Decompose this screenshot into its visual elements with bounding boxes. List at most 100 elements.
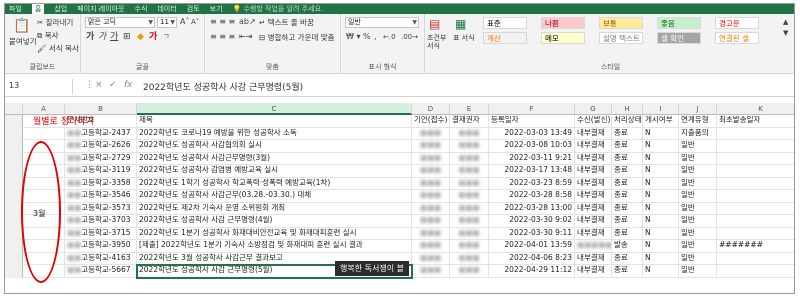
cell-e[interactable]: ■■■ [450,152,489,165]
cell-h[interactable]: 종료 [612,177,643,190]
align-left-icon[interactable]: ≡ ≡ ≡ [210,32,235,42]
cell-c[interactable]: [제출] 2022학년도 1분기 기숙사 소방점검 및 화재대피 훈련 실시 결… [137,240,412,253]
cell-j[interactable]: 일반 [679,265,717,278]
decrease-decimal-icon[interactable]: .00→ [401,32,418,42]
currency-icon[interactable]: ₩ ▾ [346,32,360,42]
cell-j[interactable]: 지출품의 [679,127,717,140]
cell-i[interactable]: N [643,265,679,278]
grow-font-icon[interactable]: A˄ [180,17,189,27]
cell-d[interactable]: ■■■ [412,265,450,278]
fill-color-icon[interactable]: ◆ [137,32,144,42]
cell-h[interactable]: 종료 [612,265,643,278]
cell-j[interactable]: 일반 [679,190,717,203]
ribbon-tab[interactable]: 페이지 레이아웃 [77,4,124,14]
row-header[interactable] [5,265,23,278]
cell-j[interactable]: 일반 [679,240,717,253]
cell-d[interactable]: ■■■ [412,177,450,190]
cell-c[interactable]: 2022학년도 성공학사 사감근무명령(3월) [137,152,412,165]
align-top-icon[interactable]: ≡ ≡ ≡ [210,17,235,27]
cell-f[interactable]: 2022-03-28 13:00 [489,202,575,215]
cell-g[interactable]: 내부결재 [575,215,612,228]
row-header[interactable] [5,165,23,178]
cell-f[interactable]: 2022-03-30 9:02 [489,215,575,228]
cell-e[interactable]: ■■■ [450,190,489,203]
cell-b[interactable]: ■■고등학교-3358 [65,177,137,190]
cell-k[interactable] [717,153,794,165]
column-header-d[interactable]: D [412,103,450,115]
cell-h[interactable]: 종료 [612,190,643,203]
gallery-up-icon[interactable]: ▲ [783,17,788,27]
shrink-font-icon[interactable]: A˅ [191,17,199,27]
conditional-format-icon[interactable]: ▤ [429,17,440,31]
conditional-format-button[interactable]: 조건부 서식 [427,34,451,50]
cell-i[interactable]: N [643,140,679,153]
cell-c[interactable]: 2022학년도 1학기 성공학사 학교폭력·성폭력 예방교육(1차) [137,177,412,190]
cell-k[interactable] [717,215,794,228]
cell-style-item[interactable]: 셀 확인 [657,32,701,44]
cell-c[interactable]: 2022학년도 1분기 성공학사 화재대비안전교육 및 화재대피훈련 실시 [137,227,412,240]
cell-i[interactable]: N [643,165,679,178]
cell-j[interactable]: 일반 [679,152,717,165]
cell-b[interactable]: ■■고등학교-3573 [65,202,137,215]
cell-i[interactable]: N [643,127,679,140]
cell-e[interactable]: ■■■ [450,177,489,190]
cell-h[interactable]: 종료 [612,215,643,228]
cell-i[interactable]: N [643,190,679,203]
cell-c[interactable]: 2022학년도 성공학사 사감 근무명령(4월) [137,215,412,228]
cell-b[interactable]: ■■고등학교-3950 [65,240,137,253]
cell-f[interactable]: 2022-03-17 13:48 [489,165,575,178]
cell-i[interactable]: N [643,152,679,165]
cell-k[interactable] [717,228,794,240]
header-cell-e[interactable]: 결재권자 [450,115,489,128]
cell-d[interactable]: ■■■ [412,252,450,265]
border-icon[interactable]: ⊞ [123,32,131,42]
font-name-combo[interactable]: 맑은 고딕 ▼ [85,17,155,28]
merge-center-button[interactable]: ⊟ 병합하고 가운데 맞춤 [259,32,335,43]
cell-style-item[interactable]: 표준 [483,17,527,29]
cell-g[interactable]: 내부결재 [575,227,612,240]
cell-k[interactable] [717,265,794,278]
paste-icon[interactable]: 📋 [13,18,30,34]
cell-k[interactable] [717,178,794,190]
cell-g[interactable]: 내부결재 [575,165,612,178]
cell-e[interactable]: ■■■ [450,127,489,140]
cell-d[interactable]: ■■■ [412,202,450,215]
cell-d[interactable]: ■■■ [412,140,450,153]
cell-d[interactable]: ■■■ [412,152,450,165]
header-cell-i[interactable]: 게시여부 [643,115,679,128]
cell-c[interactable]: 2022학년도 코로나19 예방을 위한 성공학사 소독 [137,127,412,140]
cell-style-item[interactable]: 좋음 [657,17,701,29]
cell-b[interactable]: ■■고등학교-3715 [65,227,137,240]
cell-j[interactable]: 일반 [679,140,717,153]
cell-style-item[interactable]: 나쁨 [541,17,585,29]
percent-icon[interactable]: % [363,32,371,42]
cell-k[interactable] [717,165,794,178]
cell-e[interactable]: ■■■ [450,252,489,265]
cell-g[interactable]: 내부결재 [575,140,612,153]
format-painter-button[interactable]: 🖌 서식 복사 [37,43,79,54]
column-header-c[interactable]: C [137,103,412,115]
column-header-j[interactable]: J [679,103,717,115]
cell-i[interactable]: N [643,202,679,215]
gallery-down-icon[interactable]: ▼ [783,28,788,38]
cell-h[interactable]: 종료 [612,252,643,265]
underline-icon[interactable]: 가 [110,32,118,42]
select-all-corner[interactable] [5,103,23,115]
number-format-combo[interactable]: 일반 ▼ [345,17,419,28]
bold-icon[interactable]: 가 [86,32,94,42]
cell-i[interactable]: N [643,240,679,253]
row-header[interactable] [5,140,23,153]
font-size-combo[interactable]: 11 ▼ [157,17,177,28]
row-header[interactable] [5,115,23,128]
cell-b[interactable]: ■■고등학교-2729 [65,152,137,165]
cell-j[interactable]: 일반 [679,202,717,215]
header-cell-k[interactable]: 최초발송일자 [717,115,794,128]
cell-h[interactable]: 종료 [612,140,643,153]
cell-b[interactable]: ■■고등학교-4163 [65,252,137,265]
cell-f[interactable]: 2022-04-01 13:59 [489,240,575,253]
cell-i[interactable]: N [643,215,679,228]
cell-j[interactable]: 일반 [679,227,717,240]
header-cell-d[interactable]: 기안(접수) [412,115,450,128]
cell-g[interactable]: 내부결재 [575,177,612,190]
phonetic-icon[interactable]: ᄀᆞ [163,32,169,42]
